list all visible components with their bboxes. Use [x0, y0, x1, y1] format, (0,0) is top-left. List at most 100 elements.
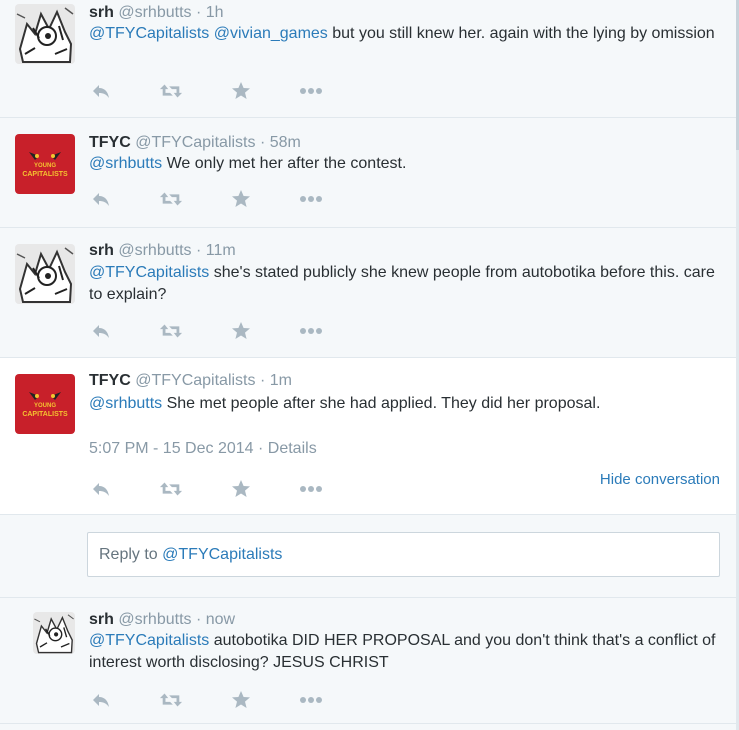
tweet-body: but you still knew her. again with the l… [332, 25, 715, 42]
username[interactable]: @srhbutts [118, 242, 191, 259]
tweet-body: We only met her after the contest. [166, 155, 407, 172]
retweet-button[interactable] [159, 321, 183, 341]
tweet[interactable]: srh @srhbutts · 11m @TFYCapitalists she'… [0, 228, 736, 358]
avatar[interactable]: YOUNG CAPITALISTS [15, 134, 75, 194]
reply-input[interactable]: Reply to @TFYCapitalists [87, 532, 720, 577]
mention-link[interactable]: @vivian_games [214, 25, 328, 42]
tweet-text: @srhbutts She met people after she had a… [89, 393, 719, 415]
username[interactable]: @srhbutts [118, 611, 191, 628]
sketch-avatar-icon [15, 4, 75, 64]
star-icon [232, 190, 250, 207]
retweet-icon [159, 192, 183, 206]
separator: · [195, 611, 202, 628]
reply-button[interactable] [89, 479, 113, 499]
avatar[interactable] [15, 244, 75, 304]
star-icon [232, 691, 250, 708]
mention-link[interactable]: @srhbutts [89, 155, 162, 172]
reply-icon [93, 694, 109, 707]
retweet-icon [159, 84, 183, 98]
tweet-header: srh @srhbutts · 1h [89, 4, 224, 22]
display-name[interactable]: srh [89, 242, 114, 259]
mention-link[interactable]: @TFYCapitalists [89, 632, 209, 649]
more-icon [300, 88, 322, 94]
reply-button[interactable] [89, 690, 113, 710]
more-button[interactable] [299, 690, 323, 710]
more-button[interactable] [299, 189, 323, 209]
more-button[interactable] [299, 81, 323, 101]
more-button[interactable] [299, 321, 323, 341]
retweet-icon [159, 693, 183, 707]
favorite-button[interactable] [229, 321, 253, 341]
retweet-icon [159, 482, 183, 496]
logo-line2: CAPITALISTS [22, 171, 68, 178]
retweet-button[interactable] [159, 690, 183, 710]
mention-link[interactable]: @TFYCapitalists [89, 264, 209, 281]
retweet-button[interactable] [159, 479, 183, 499]
favorite-button[interactable] [229, 690, 253, 710]
favorite-button[interactable] [229, 81, 253, 101]
tweet-text: @TFYCapitalists she's stated publicly sh… [89, 262, 719, 306]
timestamp[interactable]: 1h [206, 4, 224, 21]
favorite-button[interactable] [229, 479, 253, 499]
logo-line1: YOUNG [34, 403, 56, 409]
retweet-button[interactable] [159, 81, 183, 101]
reply-button[interactable] [89, 189, 113, 209]
tweet-text: @TFYCapitalists @vivian_games but you st… [89, 23, 719, 45]
reply-button[interactable] [89, 81, 113, 101]
tweet-meta: 5:07 PM - 15 Dec 2014 · Details [89, 440, 317, 458]
retweet-icon [159, 324, 183, 338]
tweet-header: TFYC @TFYCapitalists · 1m [89, 372, 292, 390]
separator: · [258, 440, 264, 457]
display-name[interactable]: srh [89, 611, 114, 628]
more-button[interactable] [299, 479, 323, 499]
username[interactable]: @srhbutts [118, 4, 191, 21]
hide-conversation-link[interactable]: Hide conversation [600, 471, 720, 488]
logo-line1: YOUNG [34, 163, 56, 169]
mention-link[interactable]: @TFYCapitalists [89, 25, 209, 42]
avatar[interactable] [33, 612, 75, 654]
more-icon [300, 328, 322, 334]
timestamp[interactable]: now [206, 611, 235, 628]
tweet[interactable]: srh @srhbutts · now @TFYCapitalists auto… [0, 598, 736, 724]
separator: · [259, 134, 266, 151]
tweet-text: @TFYCapitalists autobotika DID HER PROPO… [89, 630, 719, 674]
reply-icon [93, 325, 109, 338]
username[interactable]: @TFYCapitalists [135, 134, 255, 151]
timestamp[interactable]: 58m [270, 134, 301, 151]
tweet-expanded[interactable]: YOUNG CAPITALISTS TFYC @TFYCapitalists ·… [0, 358, 736, 515]
star-icon [232, 322, 250, 339]
username[interactable]: @TFYCapitalists [135, 372, 255, 389]
details-link[interactable]: Details [268, 440, 317, 457]
retweet-button[interactable] [159, 189, 183, 209]
sketch-avatar-icon [15, 244, 75, 304]
separator: · [195, 242, 202, 259]
full-timestamp[interactable]: 5:07 PM - 15 Dec 2014 [89, 440, 254, 457]
favorite-button[interactable] [229, 189, 253, 209]
display-name[interactable]: TFYC [89, 134, 131, 151]
mention-link[interactable]: @srhbutts [89, 395, 162, 412]
timestamp[interactable]: 11m [206, 242, 236, 259]
reply-button[interactable] [89, 321, 113, 341]
display-name[interactable]: srh [89, 4, 114, 21]
logo-line2: CAPITALISTS [22, 411, 68, 418]
star-icon [232, 82, 250, 99]
tweet-header: srh @srhbutts · 11m [89, 242, 236, 260]
reply-icon [93, 85, 109, 98]
tweet-body: She met people after she had applied. Th… [166, 395, 601, 412]
avatar[interactable]: YOUNG CAPITALISTS [15, 374, 75, 434]
tfyc-logo-avatar-icon: YOUNG CAPITALISTS [15, 134, 75, 194]
tweet[interactable]: YOUNG CAPITALISTS TFYC @TFYCapitalists ·… [0, 118, 736, 228]
tfyc-logo-avatar-icon: YOUNG CAPITALISTS [15, 374, 75, 434]
avatar[interactable] [15, 4, 75, 64]
separator: · [259, 372, 266, 389]
display-name[interactable]: TFYC [89, 372, 131, 389]
tweet-header: TFYC @TFYCapitalists · 58m [89, 134, 301, 152]
timestamp[interactable]: 1m [270, 372, 292, 389]
tweet[interactable]: srh @srhbutts · 1h @TFYCapitalists @vivi… [0, 0, 736, 118]
star-icon [232, 480, 250, 497]
reply-prefix: Reply to [99, 546, 158, 563]
more-icon [300, 697, 322, 703]
more-icon [300, 196, 322, 202]
reply-icon [93, 193, 109, 206]
tweet-text: @srhbutts We only met her after the cont… [89, 153, 719, 175]
